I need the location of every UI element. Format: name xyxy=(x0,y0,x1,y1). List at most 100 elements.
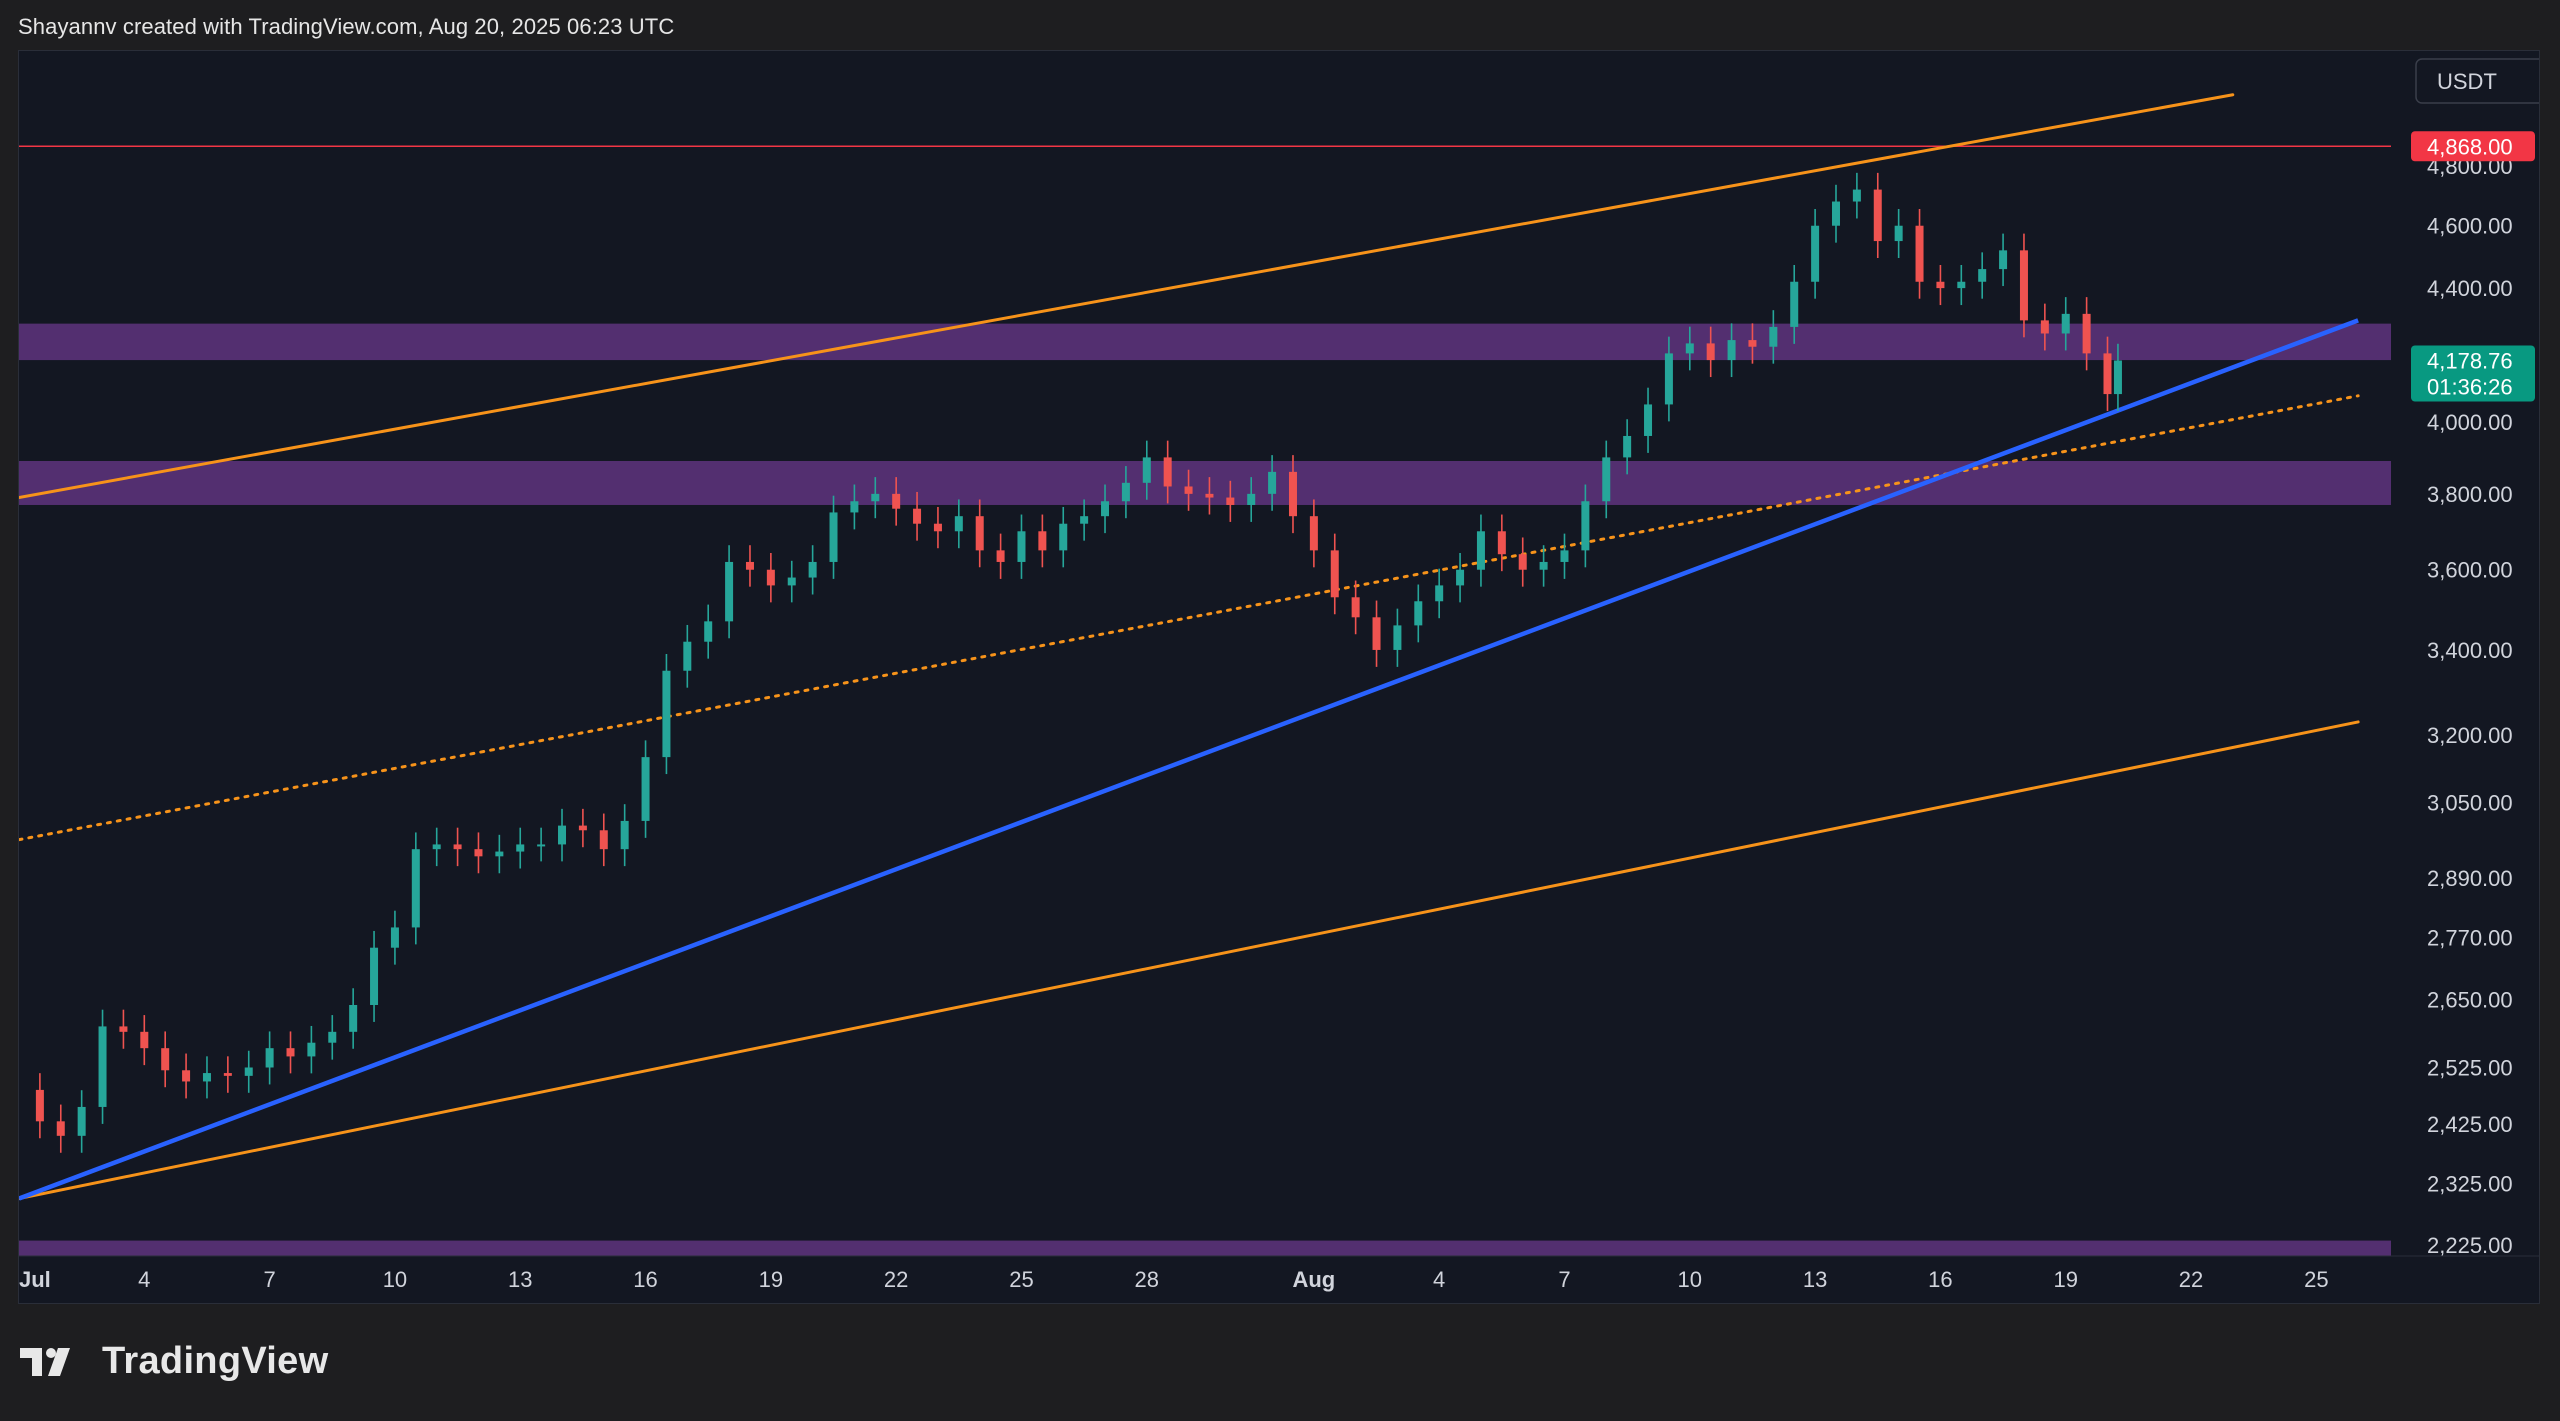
date-tick-label: 22 xyxy=(884,1267,908,1292)
date-tick-label: 16 xyxy=(1928,1267,1952,1292)
candle-body xyxy=(1811,226,1819,282)
candle-body xyxy=(495,852,503,857)
zone-2 xyxy=(19,461,2391,505)
candle-body xyxy=(99,1026,107,1107)
tradingview-logo[interactable]: TradingView xyxy=(20,1340,328,1383)
candle-body xyxy=(1185,486,1193,493)
candle-body xyxy=(203,1073,211,1081)
candle-body xyxy=(1393,625,1401,650)
date-tick-label: 13 xyxy=(1803,1267,1827,1292)
time-axis[interactable]: Jul4710131619222528Aug47101316192225 xyxy=(19,1256,2539,1292)
candle-body xyxy=(1498,531,1506,554)
drawing-lines xyxy=(19,95,2539,1199)
candle-body xyxy=(725,562,733,621)
candle-body xyxy=(1435,585,1443,601)
bar-countdown-text: 01:36:26 xyxy=(2427,375,2513,400)
last-price-text: 4,178.76 xyxy=(2427,349,2513,374)
candle-body xyxy=(1999,250,2007,269)
candle-body xyxy=(1143,457,1151,482)
date-tick-label: Aug xyxy=(1292,1267,1335,1292)
zone-1 xyxy=(19,324,2391,360)
candle-body xyxy=(1957,282,1965,288)
candle-body xyxy=(1289,472,1297,516)
candle-body xyxy=(349,1005,357,1032)
candle-body xyxy=(1686,343,1694,353)
candle-body xyxy=(662,671,670,757)
candle-body xyxy=(621,821,629,849)
candle-body xyxy=(1936,282,1944,288)
chart-panel[interactable]: 2,225.002,325.002,425.002,525.002,650.00… xyxy=(18,50,2540,1304)
price-tick-label: 2,425.00 xyxy=(2427,1112,2513,1137)
date-tick-label: 19 xyxy=(759,1267,783,1292)
candle-body xyxy=(1226,498,1234,505)
candle-body xyxy=(307,1043,315,1057)
candle-body xyxy=(287,1048,295,1056)
candle-body xyxy=(1247,494,1255,505)
price-tick-label: 3,800.00 xyxy=(2427,482,2513,507)
candle-body xyxy=(1978,269,1986,282)
candle-body xyxy=(746,562,754,570)
candle-body xyxy=(1748,340,1756,347)
price-tick-label: 2,225.00 xyxy=(2427,1233,2513,1258)
candle-body xyxy=(1707,343,1715,360)
channel-line-3 xyxy=(19,722,2358,1199)
candle-body xyxy=(328,1032,336,1043)
candle-body xyxy=(266,1048,274,1067)
candle-body xyxy=(2083,314,2091,354)
candle-body xyxy=(767,570,775,586)
candle-body xyxy=(78,1107,86,1136)
candle-body xyxy=(871,494,879,501)
date-tick-label: 10 xyxy=(383,1267,407,1292)
price-tick-label: 3,200.00 xyxy=(2427,723,2513,748)
price-tick-label: 3,400.00 xyxy=(2427,638,2513,663)
candle-body xyxy=(579,826,587,831)
candle-body xyxy=(2062,314,2070,334)
candle-body xyxy=(976,516,984,550)
candle-body xyxy=(516,844,524,851)
tradingview-wordmark: TradingView xyxy=(102,1340,328,1383)
candle-body xyxy=(2104,353,2112,394)
date-tick-label: 16 xyxy=(633,1267,657,1292)
candle-body xyxy=(2020,250,2028,320)
candle-body xyxy=(642,757,650,821)
candle-body xyxy=(1331,550,1339,597)
price-tick-label: 4,400.00 xyxy=(2427,276,2513,301)
date-tick-label: 28 xyxy=(1135,1267,1159,1292)
date-tick-label: Jul xyxy=(19,1267,51,1292)
candle-body xyxy=(1623,436,1631,457)
candle-body xyxy=(433,844,441,849)
candle-body xyxy=(36,1090,44,1121)
candle-body xyxy=(955,516,963,531)
candle-body xyxy=(1769,327,1777,347)
date-tick-label: 4 xyxy=(138,1267,150,1292)
candle-body xyxy=(1268,472,1276,494)
price-chart[interactable]: 2,225.002,325.002,425.002,525.002,650.00… xyxy=(19,51,2539,1303)
candle-body xyxy=(558,826,566,845)
date-tick-label: 7 xyxy=(1558,1267,1570,1292)
candle-body xyxy=(1373,617,1381,650)
ascending-trendline xyxy=(19,320,2358,1198)
candle-body xyxy=(1519,554,1527,570)
currency-label: USDT xyxy=(2437,69,2497,94)
price-axis[interactable]: 2,225.002,325.002,425.002,525.002,650.00… xyxy=(2416,59,2539,1258)
date-tick-label: 19 xyxy=(2053,1267,2077,1292)
date-tick-label: 4 xyxy=(1433,1267,1445,1292)
candle-body xyxy=(1101,501,1109,516)
candles xyxy=(36,173,2122,1153)
price-tick-label: 2,890.00 xyxy=(2427,866,2513,891)
candle-body xyxy=(1122,483,1130,501)
price-tick-label: 2,770.00 xyxy=(2427,926,2513,951)
candle-body xyxy=(1164,457,1172,486)
date-tick-label: 22 xyxy=(2179,1267,2203,1292)
resistance-price-text: 4,868.00 xyxy=(2427,134,2513,159)
zone-3 xyxy=(19,1241,2391,1258)
candle-body xyxy=(119,1026,127,1031)
candle-body xyxy=(892,494,900,509)
candle-body xyxy=(1790,282,1798,327)
date-tick-label: 7 xyxy=(263,1267,275,1292)
price-tick-label: 2,325.00 xyxy=(2427,1171,2513,1196)
chart-caption: Shayannv created with TradingView.com, A… xyxy=(18,14,674,40)
candle-body xyxy=(537,844,545,846)
candle-body xyxy=(2114,361,2122,395)
candle-body xyxy=(1352,597,1360,617)
